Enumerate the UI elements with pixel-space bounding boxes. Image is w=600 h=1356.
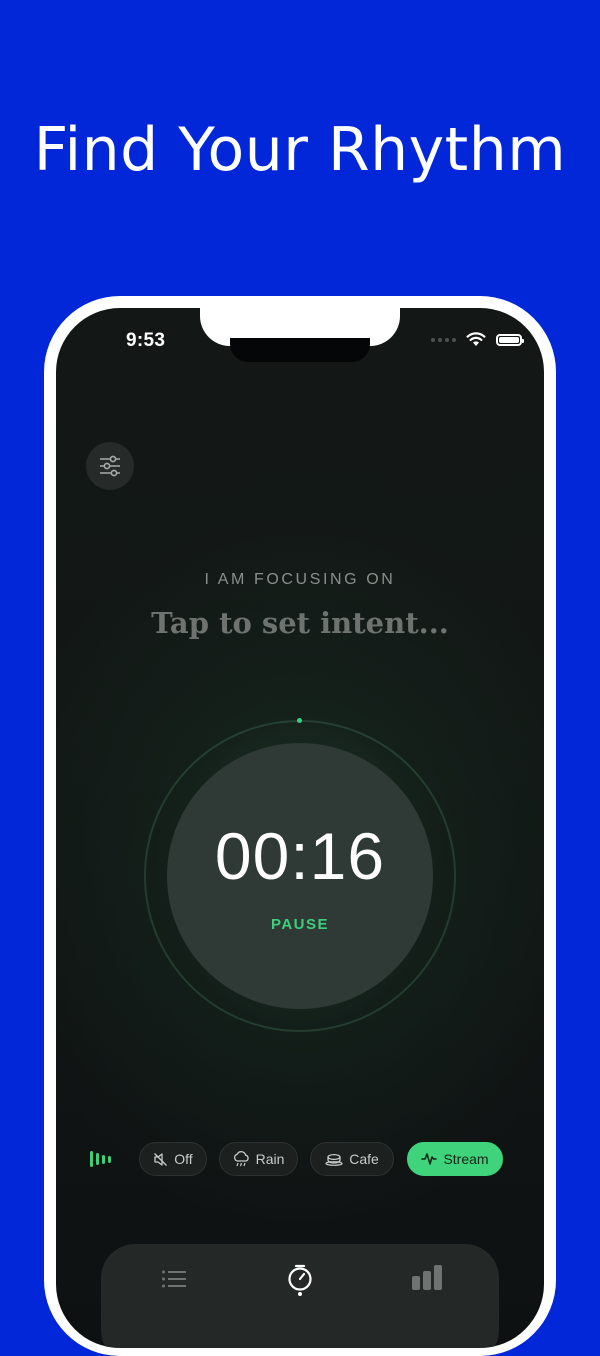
cellular-signal-icon [431, 337, 456, 342]
pause-button[interactable]: PAUSE [56, 916, 544, 933]
sound-selector: Off Rain Cafe Stream [56, 1142, 544, 1178]
pulse-icon [421, 1153, 438, 1165]
bar-chart-icon[interactable] [411, 1264, 443, 1290]
wifi-icon [466, 332, 486, 346]
speaker-muted-icon [154, 1152, 168, 1166]
rain-cloud-icon [233, 1151, 249, 1167]
app-screen: 9:53 I AM FOCUSING ON Tap to set intent.… [56, 308, 544, 1348]
sound-option-label: Stream [443, 1151, 489, 1167]
active-tab-indicator [298, 1292, 302, 1296]
timer-progress-indicator [297, 718, 302, 723]
focus-label: I AM FOCUSING ON [204, 571, 396, 588]
phone-speaker-notch [230, 338, 370, 362]
status-icons [431, 332, 524, 347]
headline: Find Your Rhythm [33, 115, 567, 185]
sound-option-rain[interactable]: Rain [219, 1142, 298, 1176]
list-icon[interactable] [161, 1268, 187, 1290]
equalizer-icon[interactable] [90, 1151, 111, 1167]
timer-display: 00:16 [214, 819, 386, 893]
sound-option-stream[interactable]: Stream [407, 1142, 503, 1176]
sound-option-label: Off [174, 1151, 193, 1167]
status-time: 9:53 [126, 330, 166, 351]
timer-icon[interactable] [286, 1264, 314, 1292]
sliders-icon [100, 455, 120, 477]
intent-input[interactable]: Tap to set intent... [56, 606, 544, 640]
sound-option-cafe[interactable]: Cafe [310, 1142, 394, 1176]
battery-icon [496, 333, 524, 346]
sound-option-off[interactable]: Off [139, 1142, 207, 1176]
sound-option-label: Rain [255, 1151, 285, 1167]
sound-option-label: Cafe [349, 1151, 379, 1167]
coffee-cup-icon [325, 1153, 343, 1166]
tab-bar [101, 1244, 499, 1348]
settings-sliders-button[interactable] [86, 442, 134, 490]
